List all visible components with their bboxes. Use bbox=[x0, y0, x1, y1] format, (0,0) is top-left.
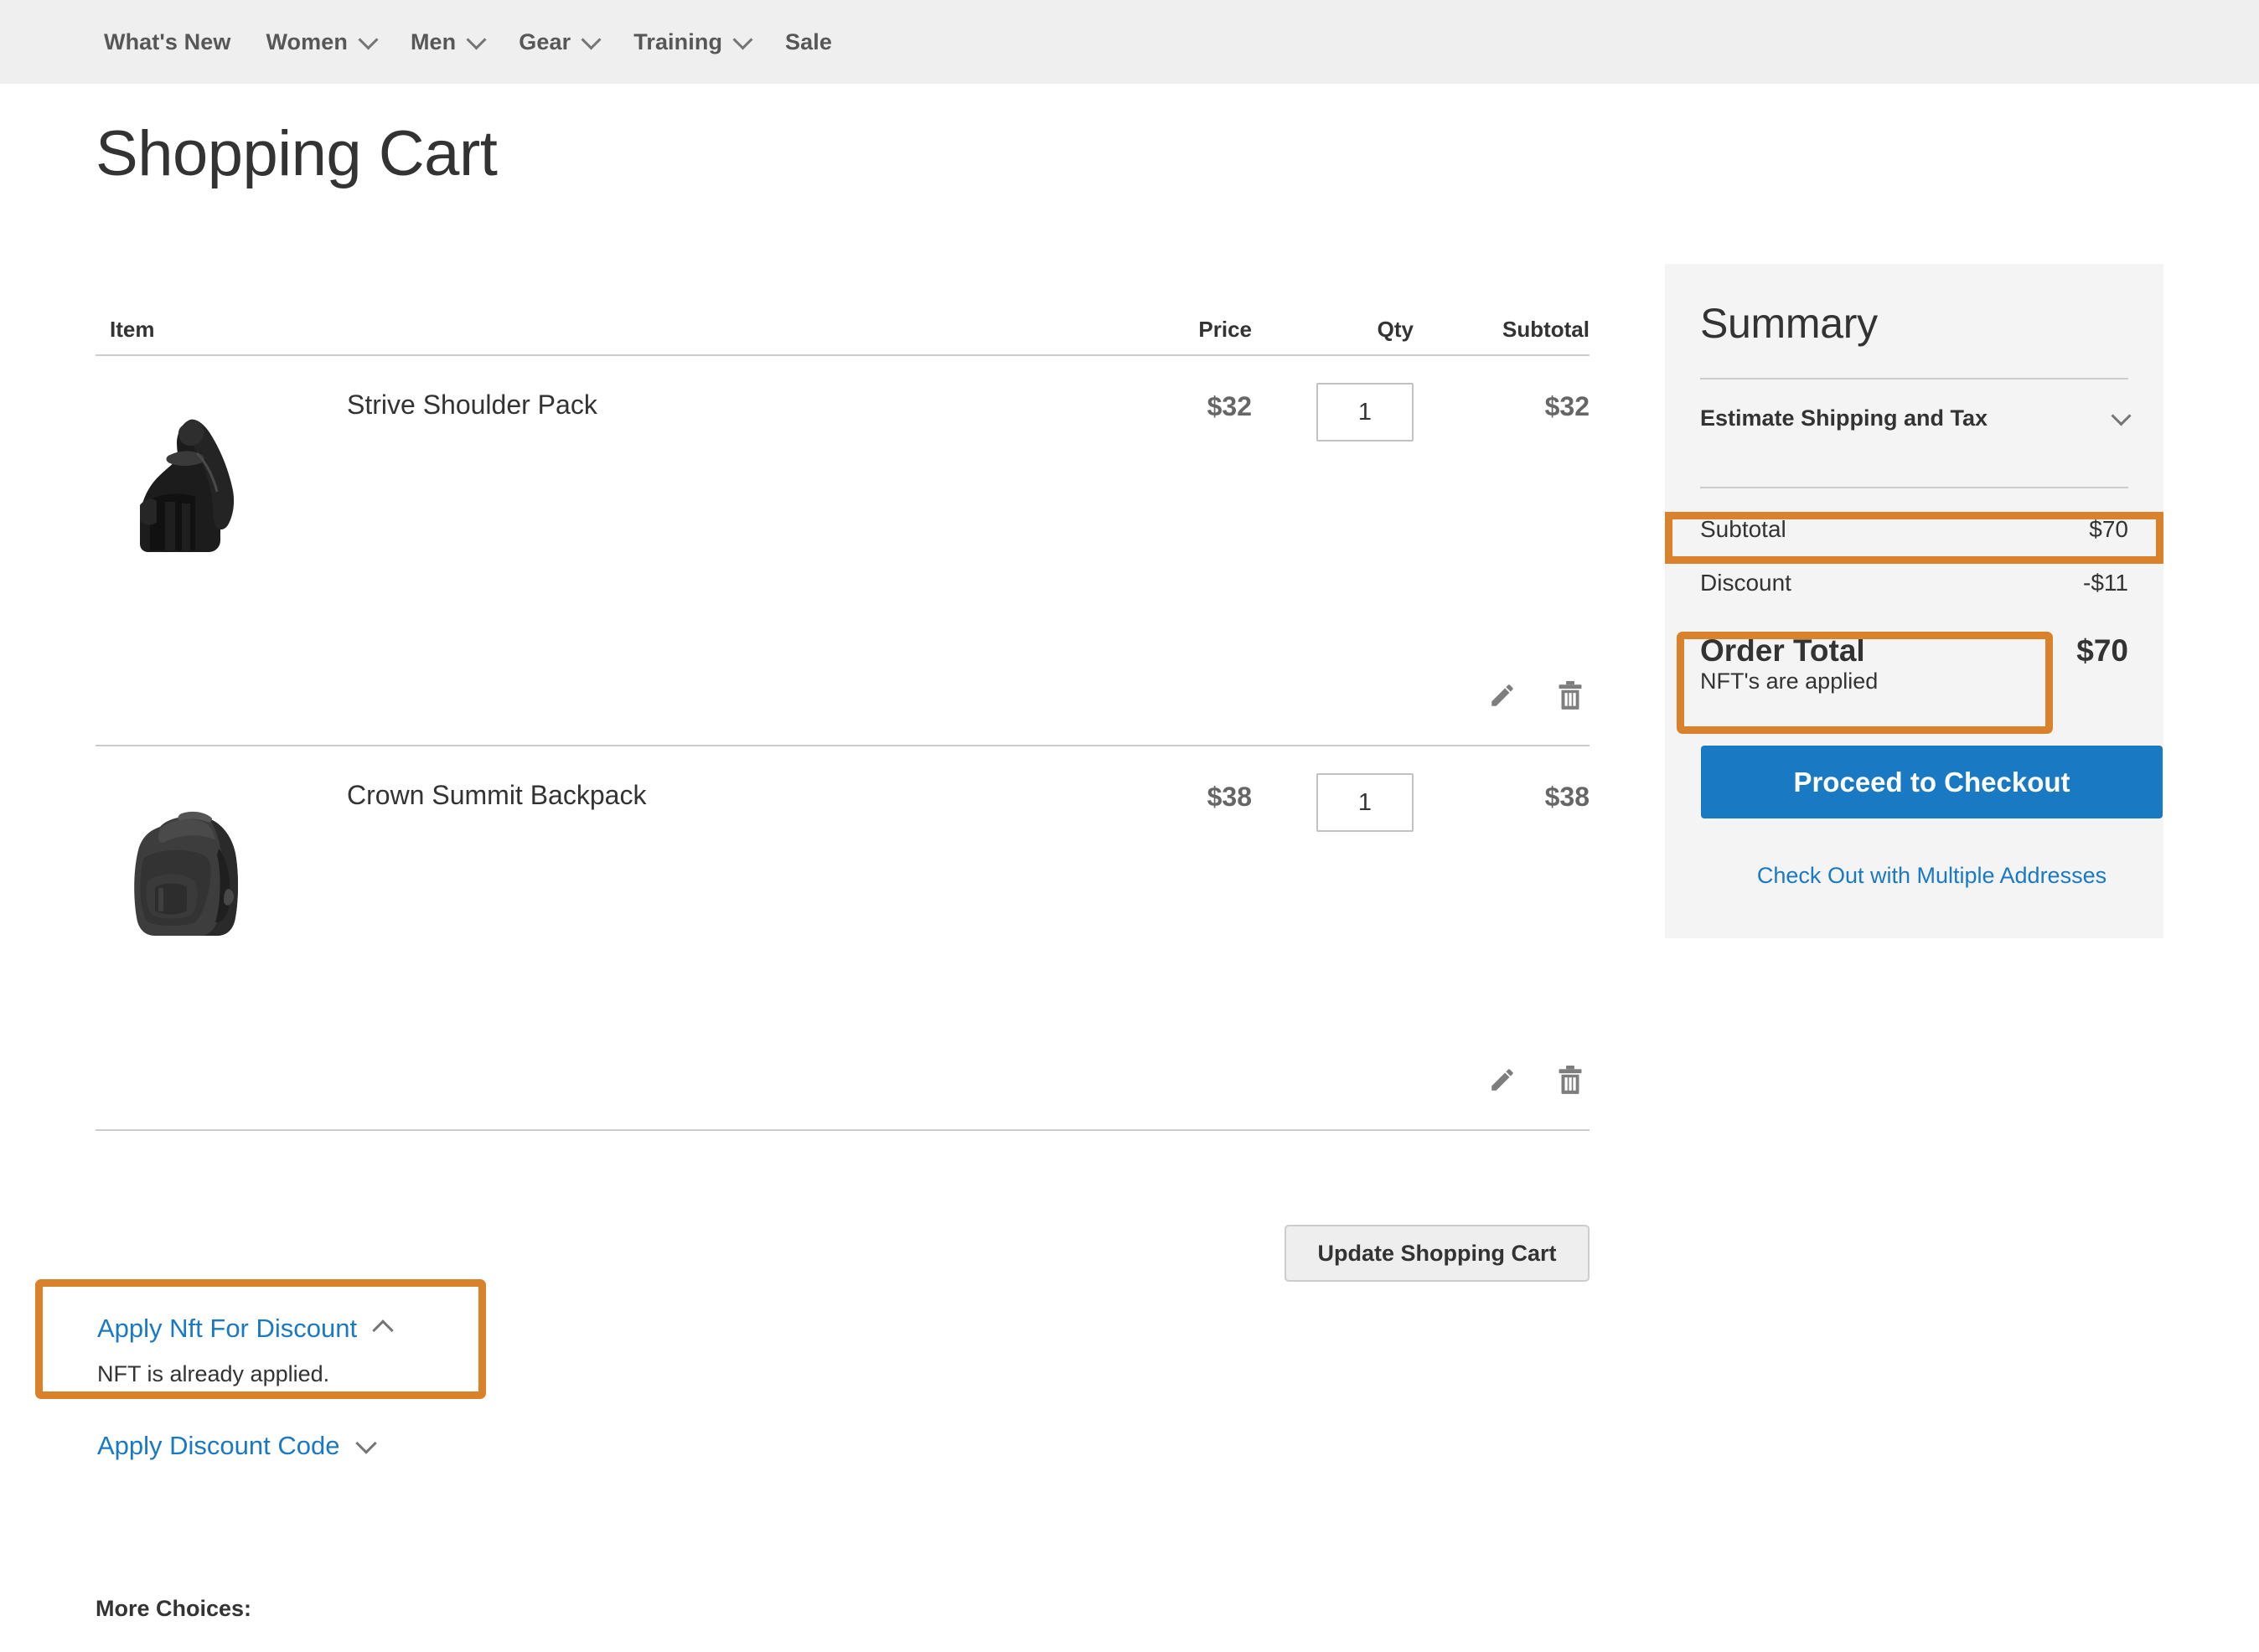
qty-cell bbox=[1252, 772, 1432, 1129]
cart-table: Item Price Qty Subtotal bbox=[96, 289, 1590, 1131]
chevron-down-icon bbox=[733, 29, 753, 49]
chevron-down-icon bbox=[2111, 405, 2131, 426]
qty-cell bbox=[1252, 381, 1432, 745]
apply-discount-code-link[interactable]: Apply Discount Code bbox=[97, 1431, 374, 1461]
cart-item-cell: Strive Shoulder Pack bbox=[96, 381, 1047, 745]
chevron-up-icon bbox=[372, 1319, 393, 1340]
product-price: $38 bbox=[1047, 772, 1252, 1129]
trash-icon[interactable] bbox=[1556, 679, 1584, 711]
discount-highlight-box bbox=[1665, 512, 2163, 564]
chevron-down-icon bbox=[582, 29, 602, 49]
summary-title: Summary bbox=[1700, 264, 2128, 348]
more-choices-heading: More Choices: bbox=[96, 1596, 251, 1622]
estimate-shipping-and-tax-toggle[interactable]: Estimate Shipping and Tax bbox=[1700, 379, 2128, 457]
page-title: Shopping Cart bbox=[96, 117, 497, 190]
nav-item-sale[interactable]: Sale bbox=[785, 29, 832, 55]
qty-input[interactable] bbox=[1316, 773, 1414, 832]
nav-item-whats-new[interactable]: What's New bbox=[104, 29, 230, 55]
estimate-shipping-and-tax-label: Estimate Shipping and Tax bbox=[1700, 405, 1988, 431]
cart-table-header: Item Price Qty Subtotal bbox=[96, 289, 1590, 356]
chevron-down-icon bbox=[358, 29, 378, 49]
column-header-price: Price bbox=[1047, 317, 1252, 343]
summary-row-value: -$11 bbox=[2083, 570, 2128, 596]
pencil-icon[interactable] bbox=[1488, 681, 1517, 710]
pencil-icon[interactable] bbox=[1488, 1066, 1517, 1094]
column-header-qty: Qty bbox=[1252, 317, 1432, 343]
column-header-subtotal: Subtotal bbox=[1432, 317, 1590, 343]
nav-item-gear[interactable]: Gear bbox=[519, 29, 598, 55]
nav-item-label: Training bbox=[633, 29, 722, 55]
nav-item-women[interactable]: Women bbox=[266, 29, 375, 55]
apply-nft-for-discount-link[interactable]: Apply Nft For Discount bbox=[97, 1314, 390, 1344]
table-row: Strive Shoulder Pack $32 $32 bbox=[96, 356, 1590, 746]
trash-icon[interactable] bbox=[1556, 1064, 1584, 1096]
nav-item-label: Women bbox=[266, 29, 348, 55]
nav-item-label: Men bbox=[411, 29, 456, 55]
update-shopping-cart-button[interactable]: Update Shopping Cart bbox=[1285, 1225, 1590, 1282]
qty-input[interactable] bbox=[1316, 383, 1414, 441]
table-row: Crown Summit Backpack $38 $38 bbox=[96, 746, 1590, 1131]
nft-already-applied-note: NFT is already applied. bbox=[97, 1361, 329, 1387]
nft-applied-status-text: NFT's are applied bbox=[1700, 669, 1878, 694]
proceed-to-checkout-button[interactable]: Proceed to Checkout bbox=[1701, 746, 2163, 818]
apply-discount-code-label: Apply Discount Code bbox=[97, 1431, 340, 1461]
product-name[interactable]: Crown Summit Backpack bbox=[347, 780, 646, 811]
divider bbox=[1700, 487, 2128, 488]
product-image-strive-shoulder-pack[interactable] bbox=[110, 400, 282, 571]
chevron-down-icon bbox=[355, 1433, 376, 1453]
cart-item-cell: Crown Summit Backpack bbox=[96, 772, 1047, 1129]
product-name[interactable]: Strive Shoulder Pack bbox=[347, 390, 597, 421]
nav-item-label: Sale bbox=[785, 29, 832, 55]
nav-item-men[interactable]: Men bbox=[411, 29, 483, 55]
product-image-crown-summit-backpack[interactable] bbox=[110, 790, 282, 962]
row-actions bbox=[1488, 1064, 1584, 1096]
main-navigation: What's New Women Men Gear Training Sale bbox=[0, 0, 2259, 84]
summary-row-discount: Discount -$11 bbox=[1700, 557, 2128, 609]
apply-nft-for-discount-label: Apply Nft For Discount bbox=[97, 1314, 357, 1344]
summary-row-label: Discount bbox=[1700, 570, 1791, 596]
check-out-with-multiple-addresses-link[interactable]: Check Out with Multiple Addresses bbox=[1701, 863, 2163, 889]
nav-item-label: Gear bbox=[519, 29, 571, 55]
product-price: $32 bbox=[1047, 381, 1252, 745]
summary-panel: Summary Estimate Shipping and Tax Subtot… bbox=[1665, 264, 2163, 938]
column-header-item: Item bbox=[96, 317, 1047, 343]
order-total-value: $70 bbox=[2076, 633, 2128, 669]
nav-item-training[interactable]: Training bbox=[633, 29, 750, 55]
chevron-down-icon bbox=[467, 29, 487, 49]
nav-item-label: What's New bbox=[104, 29, 230, 55]
row-actions bbox=[1488, 679, 1584, 711]
